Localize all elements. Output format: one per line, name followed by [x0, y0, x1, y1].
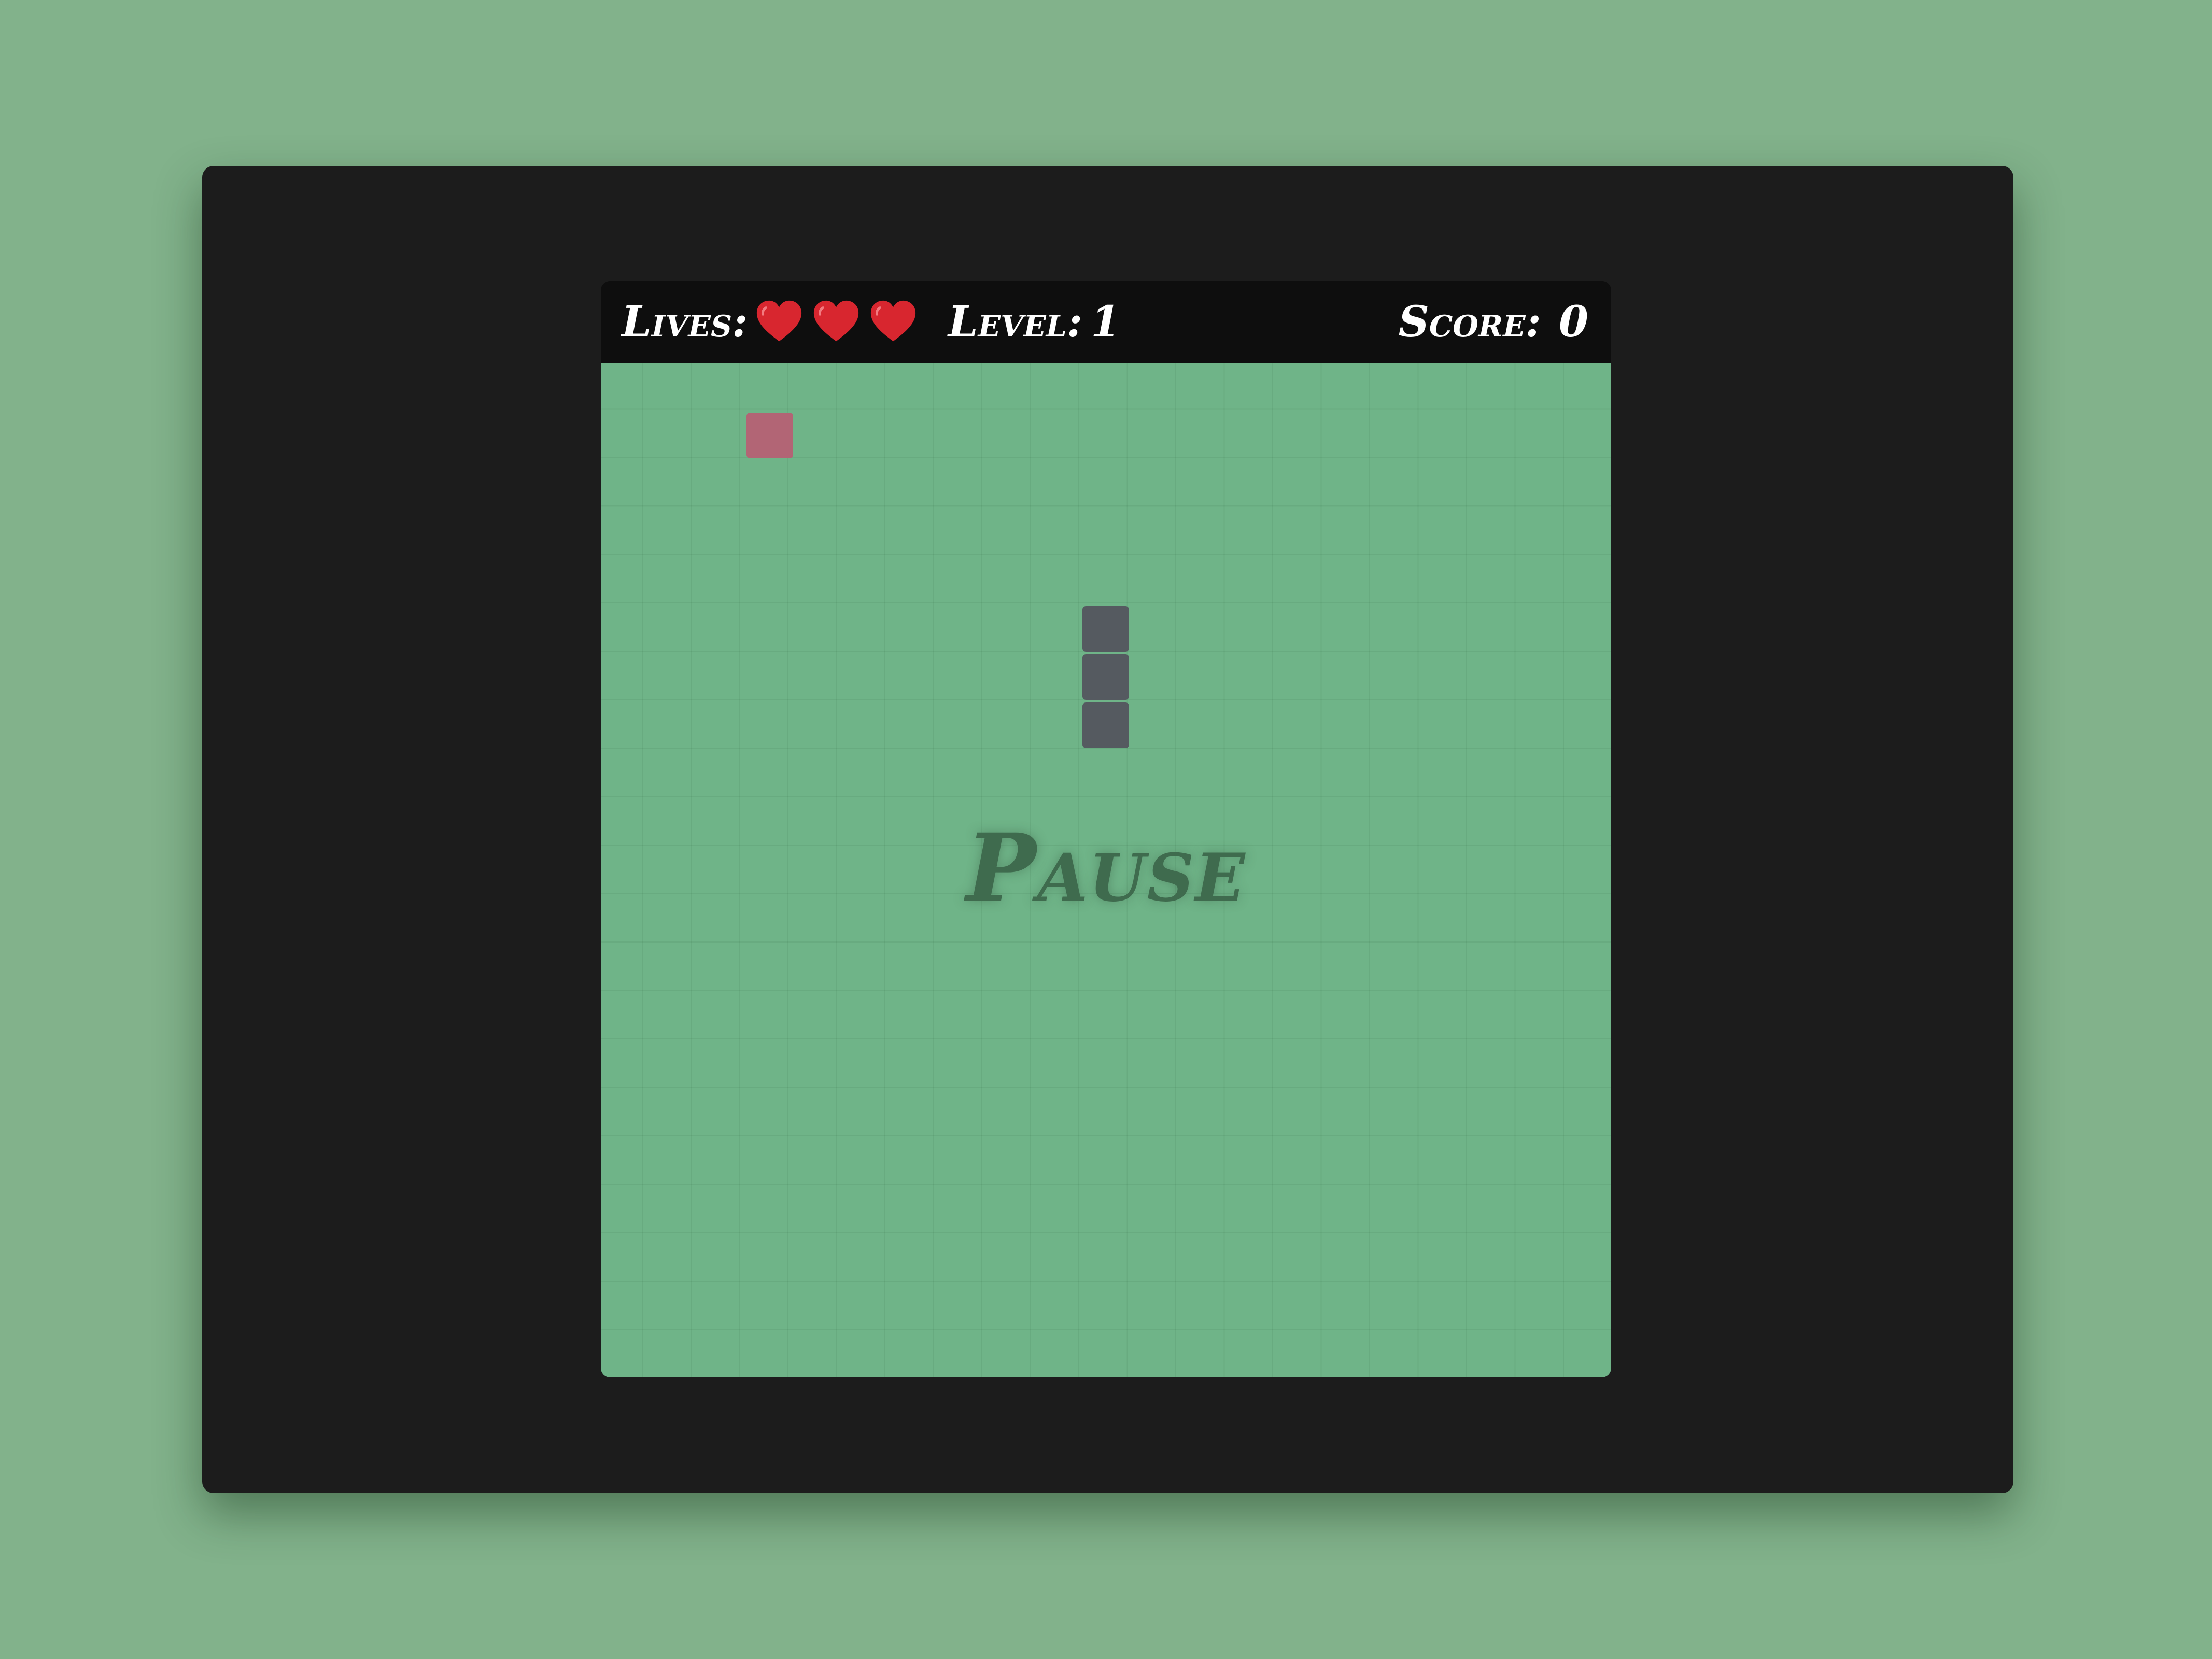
score-label: Score:: [1398, 297, 1541, 347]
food-item: [746, 413, 793, 458]
snake-segment: [1082, 606, 1129, 652]
level-value: 1: [1091, 297, 1121, 347]
heart-icon: [813, 300, 859, 342]
heart-icon: [870, 300, 916, 342]
snake-segment: [1082, 654, 1129, 700]
score-display: Score: 0: [1399, 281, 1588, 363]
score-value: 0: [1558, 297, 1588, 347]
hud-bar: Lives: Level: 1 Score: 0: [601, 281, 1611, 363]
heart-icon: [756, 300, 802, 342]
pause-overlay-text: Pause: [966, 813, 1246, 923]
level-label: Level:: [948, 297, 1083, 347]
lives-label: Lives:: [622, 297, 748, 347]
snake-segment: [1082, 702, 1129, 748]
lives-hearts: [754, 281, 919, 363]
